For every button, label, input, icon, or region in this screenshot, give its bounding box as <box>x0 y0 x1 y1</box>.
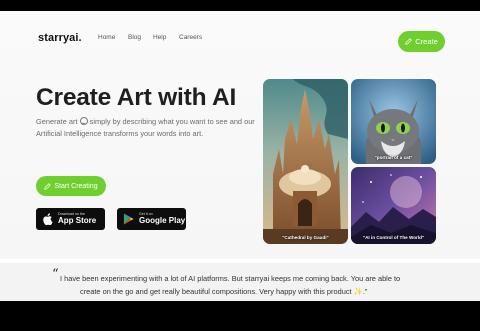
ai-world-caption: "AI in Control of The World" <box>362 235 425 240</box>
gallery-image-cathedral[interactable]: "Cathedral by Gaudi" <box>263 79 348 244</box>
app-store-button[interactable]: Download on the App Store <box>36 208 105 230</box>
start-creating-label: Start Creating <box>54 182 98 190</box>
testimonial: “ I have been experimenting with a lot o… <box>0 263 480 301</box>
create-button-label: Create <box>415 37 438 46</box>
cathedral-caption: "Cathedral by Gaudi" <box>282 235 329 240</box>
cat-caption: "portrait of a cat" <box>374 155 413 160</box>
google-play-text: Get it on Google Play <box>139 212 186 226</box>
nav-link-home[interactable]: Home <box>98 34 115 41</box>
pencil-icon <box>44 182 52 190</box>
pencil-icon <box>405 38 413 45</box>
hero-subtitle: Generate art simply by describing what y… <box>36 116 268 140</box>
cathedral-artwork <box>263 79 348 244</box>
ai-world-artwork <box>351 167 436 244</box>
quote-mark: “ <box>52 267 59 282</box>
google-play-big: Google Play <box>139 216 186 226</box>
smiley-icon <box>79 117 88 125</box>
app-store-big: App Store <box>58 216 97 226</box>
hero-title: Create Art with AI <box>36 84 237 111</box>
gallery-image-ai-world[interactable]: "AI in Control of The World" <box>351 167 436 244</box>
nav-link-careers[interactable]: Careers <box>179 34 202 41</box>
create-button[interactable]: Create <box>398 31 445 52</box>
cat-artwork <box>351 79 436 164</box>
start-creating-button[interactable]: Start Creating <box>36 176 106 196</box>
app-store-text: Download on the App Store <box>58 212 97 226</box>
apple-icon <box>43 213 53 225</box>
testimonial-line-1: I have been experimenting with a lot of … <box>60 274 401 283</box>
logo[interactable]: starryai. <box>38 32 82 44</box>
nav-link-blog[interactable]: Blog <box>128 34 141 41</box>
page: starryai. Home Blog Help Careers Create … <box>0 11 480 301</box>
testimonial-line-2: create on the go and get really beautifu… <box>80 287 368 296</box>
google-play-icon <box>123 213 134 225</box>
hero-subtitle-part1: Generate art <box>36 117 78 126</box>
gallery-image-cat[interactable]: "portrait of a cat" <box>351 79 436 164</box>
nav-link-help[interactable]: Help <box>153 34 166 41</box>
google-play-button[interactable]: Get it on Google Play <box>117 208 186 230</box>
